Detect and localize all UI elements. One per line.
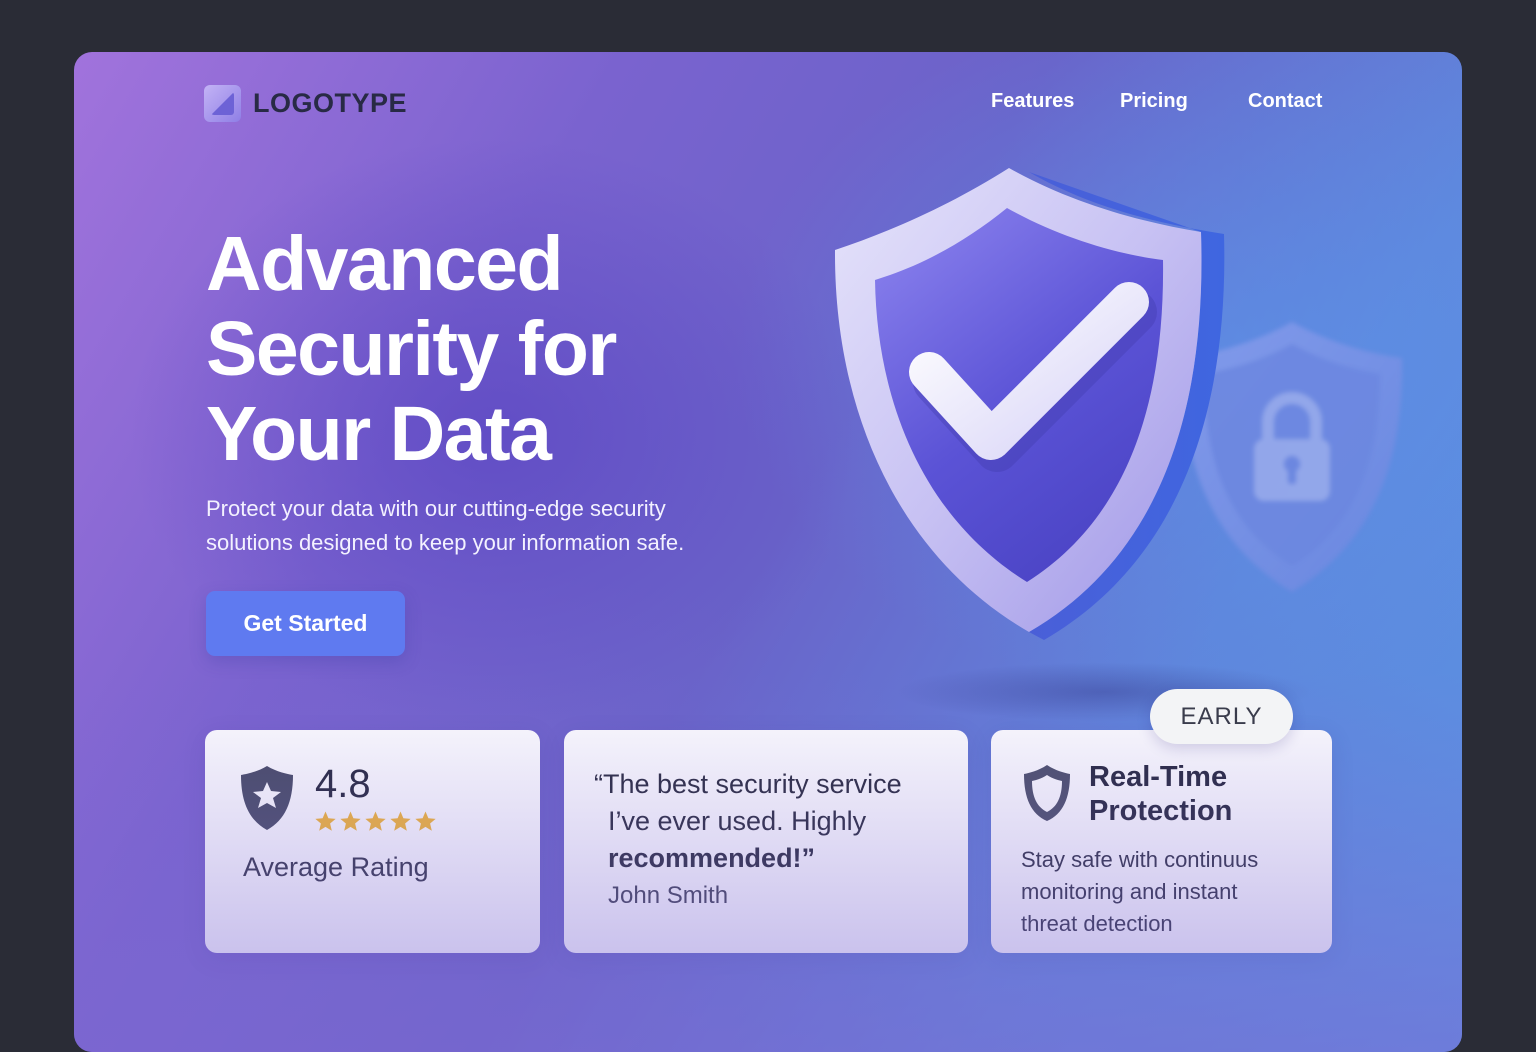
nav-features[interactable]: Features xyxy=(991,90,1074,113)
protection-title: Real-Time Protection xyxy=(1089,760,1232,828)
testimonial-quote: “The best security service I’ve ever use… xyxy=(594,766,954,877)
hero-subtitle-line: solutions designed to keep your informat… xyxy=(206,530,685,555)
nav-contact[interactable]: Contact xyxy=(1248,90,1322,113)
logo-text: LOGOTYPE xyxy=(253,88,408,118)
rating-stars xyxy=(314,810,437,833)
shield-star-icon xyxy=(241,766,293,830)
get-started-button[interactable]: Get Started xyxy=(206,591,405,656)
logo[interactable]: LOGOTYPE xyxy=(204,85,407,122)
protection-description: Stay safe with continuus monitoring and … xyxy=(1021,844,1321,940)
star-icon xyxy=(390,811,411,831)
hero-subtitle-line: Protect your data with our cutting-edge … xyxy=(206,496,666,521)
quote-line: recommended!” xyxy=(608,843,816,873)
protection-desc-line: threat detection xyxy=(1021,911,1173,936)
protection-desc-line: Stay safe with continuus xyxy=(1021,847,1259,872)
hero-title-line: Security for xyxy=(206,306,617,392)
hero-title-line: Advanced xyxy=(206,221,564,307)
protection-card: Real-Time Protection Stay safe with cont… xyxy=(991,730,1332,953)
hero-title-line: Your Data xyxy=(206,391,552,477)
rating-label: Average Rating xyxy=(243,852,429,882)
testimonial-card: “The best security service I’ve ever use… xyxy=(564,730,968,953)
shield-outline-icon xyxy=(1024,765,1070,821)
protection-desc-line: monitoring and instant xyxy=(1021,879,1238,904)
early-badge: EARLY xyxy=(1150,689,1293,744)
star-icon xyxy=(340,811,361,831)
star-icon xyxy=(315,811,336,831)
rating-value: 4.8 xyxy=(315,762,371,806)
testimonial-author: John Smith xyxy=(608,882,729,909)
nav-pricing[interactable]: Pricing xyxy=(1120,90,1188,113)
quote-line: “The best security service xyxy=(594,769,902,799)
hero-page: LOGOTYPE Features Pricing Contact Advanc… xyxy=(74,52,1462,1052)
star-icon xyxy=(365,811,386,831)
protection-title-line: Protection xyxy=(1089,795,1233,827)
rating-card: 4.8 Average Rating xyxy=(205,730,540,953)
logo-icon xyxy=(204,85,241,122)
hero-subtitle: Protect your data with our cutting-edge … xyxy=(206,492,766,560)
star-icon xyxy=(415,811,436,831)
hero-title: Advanced Security for Your Data xyxy=(206,222,766,477)
quote-line: I’ve ever used. Highly xyxy=(608,806,867,836)
shield-check-icon xyxy=(834,168,1225,640)
protection-title-line: Real-Time xyxy=(1089,761,1228,793)
